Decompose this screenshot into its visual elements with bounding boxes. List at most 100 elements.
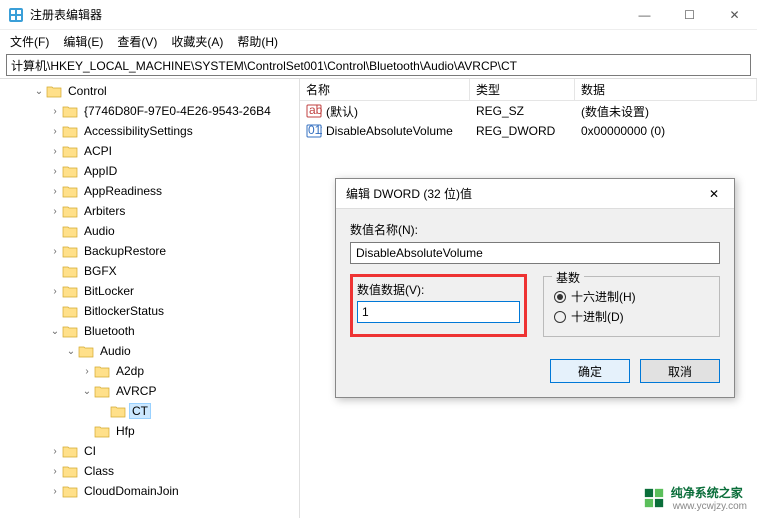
watermark: 纯净系统之家 www.ycwjzy.com xyxy=(643,484,747,512)
cancel-button[interactable]: 取消 xyxy=(640,359,720,383)
chevron-right-icon[interactable]: › xyxy=(48,206,62,217)
chevron-right-icon[interactable]: › xyxy=(48,286,62,297)
watermark-text: 纯净系统之家 xyxy=(671,484,747,501)
edit-dword-dialog: 编辑 DWORD (32 位)值 ✕ 数值名称(N): 数值数据(V): 基数 … xyxy=(335,178,735,398)
tree-label: ACPI xyxy=(81,143,115,159)
folder-icon xyxy=(62,204,78,218)
tree-node[interactable]: ·Audio xyxy=(0,221,299,241)
menu-view[interactable]: 查看(V) xyxy=(117,33,157,50)
chevron-right-icon[interactable]: › xyxy=(48,146,62,157)
tree-node[interactable]: › BackupRestore xyxy=(0,241,299,261)
folder-icon xyxy=(62,484,78,498)
menu-edit[interactable]: 编辑(E) xyxy=(63,33,103,50)
tree-node[interactable]: ·BGFX xyxy=(0,261,299,281)
folder-icon xyxy=(62,284,78,298)
folder-icon xyxy=(94,364,110,378)
radio-dec-row[interactable]: 十进制(D) xyxy=(554,308,709,325)
maximize-button[interactable]: ☐ xyxy=(667,0,712,30)
tree-node[interactable]: ›BitLocker xyxy=(0,281,299,301)
tree-node[interactable]: ·BitlockerStatus xyxy=(0,301,299,321)
value-name-input[interactable] xyxy=(350,242,720,264)
tree-node[interactable]: › ACPI xyxy=(0,141,299,161)
chevron-right-icon[interactable]: › xyxy=(48,246,62,257)
value-row[interactable]: ab(默认)REG_SZ(数值未设置) xyxy=(300,101,757,121)
folder-icon xyxy=(94,384,110,398)
column-name[interactable]: 名称 xyxy=(300,79,470,100)
tree-label: BGFX xyxy=(81,263,120,279)
value-data-input[interactable] xyxy=(357,301,520,323)
tree-node[interactable]: ›CI xyxy=(0,441,299,461)
address-bar[interactable]: 计算机\HKEY_LOCAL_MACHINE\SYSTEM\ControlSet… xyxy=(6,54,751,76)
base-legend: 基数 xyxy=(552,269,584,286)
registry-tree[interactable]: ⌄Control›{7746D80F-97E0-4E26-9543-26B4›A… xyxy=(0,79,300,518)
watermark-url: www.ycwjzy.com xyxy=(673,501,747,512)
value-row[interactable]: 0110DisableAbsoluteVolumeREG_DWORD0x0000… xyxy=(300,121,757,141)
svg-text:ab: ab xyxy=(309,103,322,117)
tree-node[interactable]: ›{7746D80F-97E0-4E26-9543-26B4 xyxy=(0,101,299,121)
title-bar: 注册表编辑器 — ☐ ✕ xyxy=(0,0,757,30)
tree-node[interactable]: ›CloudDomainJoin xyxy=(0,481,299,501)
string-value-icon: ab xyxy=(306,103,322,119)
tree-node[interactable]: ·Hfp xyxy=(0,421,299,441)
tree-node[interactable]: › Arbiters xyxy=(0,201,299,221)
regedit-icon xyxy=(8,7,24,23)
menu-help[interactable]: 帮助(H) xyxy=(237,33,278,50)
folder-icon xyxy=(62,184,78,198)
tree-label: Arbiters xyxy=(81,203,128,219)
menu-bar: 文件(F) 编辑(E) 查看(V) 收藏夹(A) 帮助(H) xyxy=(0,30,757,52)
chevron-right-icon[interactable]: › xyxy=(48,126,62,137)
chevron-down-icon[interactable]: ⌄ xyxy=(64,346,78,357)
minimize-button[interactable]: — xyxy=(622,0,667,30)
chevron-right-icon[interactable]: › xyxy=(48,106,62,117)
chevron-right-icon[interactable]: › xyxy=(48,466,62,477)
chevron-down-icon[interactable]: ⌄ xyxy=(32,86,46,97)
tree-node[interactable]: ⌄ Bluetooth xyxy=(0,321,299,341)
tree-node[interactable]: › AccessibilitySettings xyxy=(0,121,299,141)
value-type: REG_DWORD xyxy=(476,124,555,138)
dialog-close-button[interactable]: ✕ xyxy=(694,179,734,209)
tree-node[interactable]: ·CT xyxy=(0,401,299,421)
tree-label: Hfp xyxy=(113,423,138,439)
column-type[interactable]: 类型 xyxy=(470,79,575,100)
tree-node[interactable]: ›Class xyxy=(0,461,299,481)
radio-hex-row[interactable]: 十六进制(H) xyxy=(554,288,709,305)
ok-button[interactable]: 确定 xyxy=(550,359,630,383)
dialog-titlebar: 编辑 DWORD (32 位)值 ✕ xyxy=(336,179,734,209)
tree-node[interactable]: ⌄ AVRCP xyxy=(0,381,299,401)
chevron-down-icon[interactable]: ⌄ xyxy=(80,386,94,397)
radio-dec[interactable] xyxy=(554,311,566,323)
tree-label: AccessibilitySettings xyxy=(81,123,196,139)
chevron-right-icon[interactable]: › xyxy=(80,366,94,377)
menu-file[interactable]: 文件(F) xyxy=(10,33,49,50)
tree-label: BackupRestore xyxy=(81,243,169,259)
tree-node[interactable]: ›AppID xyxy=(0,161,299,181)
tree-label: A2dp xyxy=(113,363,147,379)
folder-icon xyxy=(62,244,78,258)
folder-icon xyxy=(62,104,78,118)
tree-node[interactable]: › A2dp xyxy=(0,361,299,381)
radio-hex-label: 十六进制(H) xyxy=(571,288,636,305)
chevron-right-icon[interactable]: › xyxy=(48,446,62,457)
chevron-right-icon[interactable]: › xyxy=(48,166,62,177)
chevron-right-icon[interactable]: › xyxy=(48,186,62,197)
watermark-logo-icon xyxy=(643,487,665,509)
chevron-down-icon[interactable]: ⌄ xyxy=(48,326,62,337)
close-button[interactable]: ✕ xyxy=(712,0,757,30)
window-title: 注册表编辑器 xyxy=(30,6,622,23)
tree-node[interactable]: › AppReadiness xyxy=(0,181,299,201)
column-data[interactable]: 数据 xyxy=(575,79,757,100)
value-data-label: 数值数据(V): xyxy=(357,281,520,298)
tree-node[interactable]: ⌄Audio xyxy=(0,341,299,361)
dialog-title: 编辑 DWORD (32 位)值 xyxy=(346,185,694,202)
tree-label: CT xyxy=(129,403,151,419)
tree-label: AppReadiness xyxy=(81,183,165,199)
tree-node[interactable]: ⌄Control xyxy=(0,81,299,101)
folder-icon xyxy=(62,144,78,158)
menu-favorites[interactable]: 收藏夹(A) xyxy=(171,33,223,50)
radio-hex[interactable] xyxy=(554,291,566,303)
chevron-right-icon[interactable]: › xyxy=(48,486,62,497)
folder-icon xyxy=(62,164,78,178)
value-data: (数值未设置) xyxy=(581,103,649,120)
tree-label: Bluetooth xyxy=(81,323,138,339)
tree-label: AVRCP xyxy=(113,383,159,399)
